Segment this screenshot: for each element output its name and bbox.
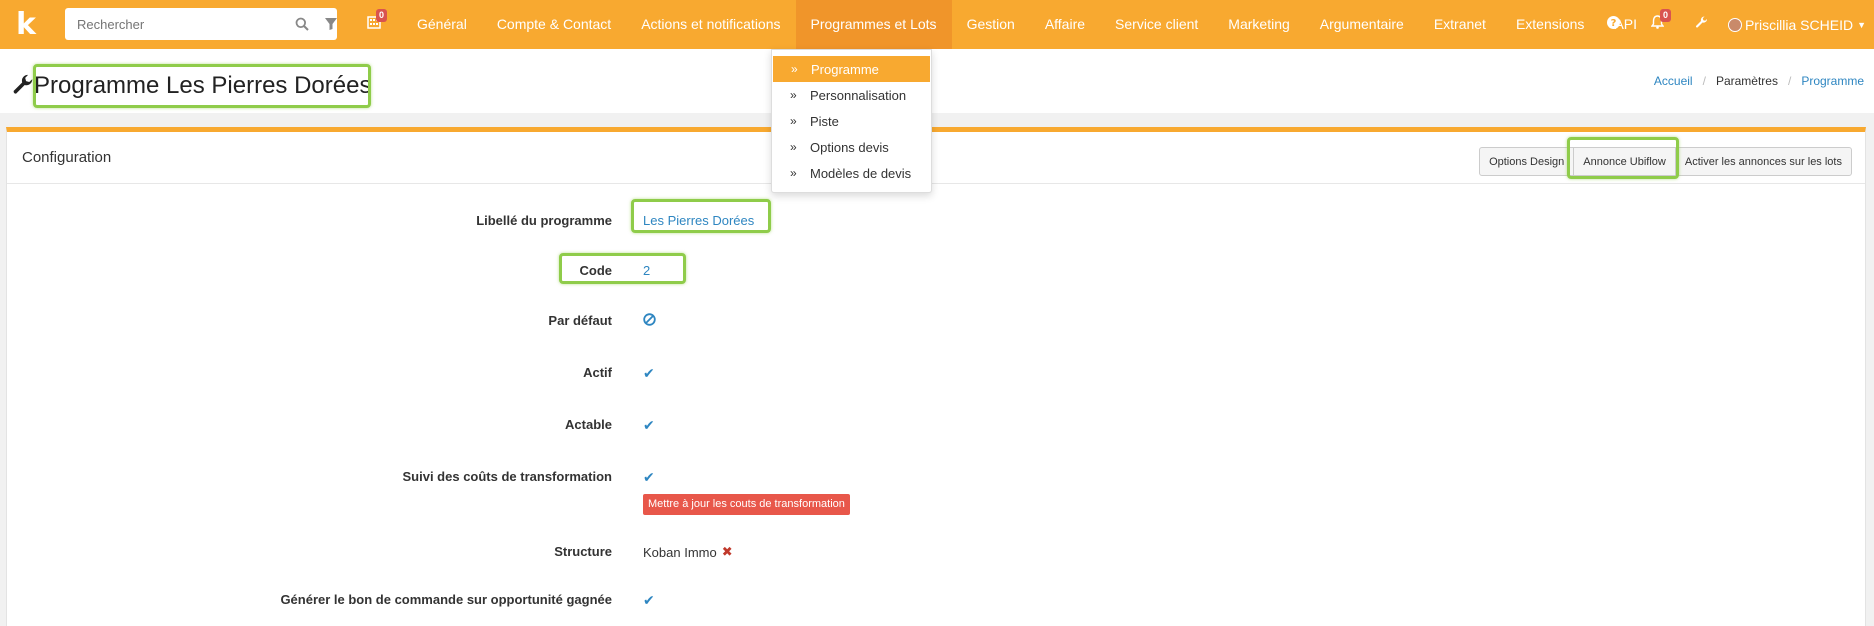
notifications-button[interactable]: 0 bbox=[1636, 0, 1680, 49]
nav-extensions[interactable]: Extensions bbox=[1501, 0, 1599, 49]
libelle-label: Libellé du programme bbox=[476, 213, 612, 228]
double-chevron-right-icon: » bbox=[790, 114, 797, 128]
field-structure: Structure Koban Immo ✖ bbox=[7, 539, 1865, 565]
filter-icon[interactable] bbox=[322, 15, 340, 33]
help-button[interactable]: ? bbox=[1592, 0, 1636, 49]
breadcrumb: Accueil / Paramètres / Programme bbox=[1653, 74, 1864, 88]
activer-annonces-button[interactable]: Activer les annonces sur les lots bbox=[1674, 147, 1852, 176]
check-icon: ✔ bbox=[643, 469, 655, 485]
search-box[interactable] bbox=[65, 8, 337, 40]
nav-general[interactable]: Général bbox=[402, 0, 482, 49]
nav-actions-notifications[interactable]: Actions et notifications bbox=[626, 0, 795, 49]
caret-down-icon: ▼ bbox=[1857, 19, 1866, 30]
field-generer-bon: Générer le bon de commande sur opportuni… bbox=[7, 587, 1865, 613]
suivi-couts-label: Suivi des coûts de transformation bbox=[402, 469, 613, 484]
question-icon: ? bbox=[1607, 15, 1621, 34]
dropdown-item-programme[interactable]: » Programme bbox=[773, 56, 930, 82]
nav-programmes-lots[interactable]: Programmes et Lots bbox=[795, 0, 952, 49]
par-defaut-label: Par défaut bbox=[548, 313, 612, 328]
field-libelle: Libellé du programme Les Pierres Dorées bbox=[7, 208, 1865, 234]
dropdown-item-personnalisation[interactable]: » Personnalisation bbox=[772, 82, 931, 108]
nav-affaire[interactable]: Affaire bbox=[1030, 0, 1100, 49]
options-design-button[interactable]: Options Design bbox=[1479, 147, 1575, 176]
user-menu[interactable]: Priscillia SCHEID ▼ bbox=[1724, 17, 1874, 33]
structure-value-wrap: Koban Immo ✖ bbox=[643, 544, 733, 560]
check-icon: ✔ bbox=[643, 365, 655, 381]
calendar-badge: 0 bbox=[376, 9, 388, 22]
structure-value: Koban Immo bbox=[643, 544, 717, 560]
breadcrumb-programme[interactable]: Programme bbox=[1801, 74, 1864, 88]
remove-icon[interactable]: ✖ bbox=[722, 544, 733, 560]
settings-button[interactable] bbox=[1680, 0, 1724, 49]
panel-title: Configuration bbox=[22, 149, 112, 166]
generer-bon-label: Générer le bon de commande sur opportuni… bbox=[280, 592, 612, 607]
configuration-panel: Configuration Options Design Annonce Ubi… bbox=[6, 127, 1866, 626]
nav-marketing[interactable]: Marketing bbox=[1213, 0, 1304, 49]
panel-header: Configuration Options Design Annonce Ubi… bbox=[7, 132, 1865, 184]
check-icon: ✔ bbox=[643, 417, 655, 433]
field-code: Code 2 bbox=[7, 258, 1865, 284]
double-chevron-right-icon: » bbox=[790, 166, 797, 180]
svg-text:?: ? bbox=[1611, 18, 1617, 29]
wrench-icon bbox=[12, 74, 34, 101]
page-title: Programme Les Pierres Dorées bbox=[34, 72, 372, 99]
dropdown-item-piste[interactable]: » Piste bbox=[772, 108, 931, 134]
search-input[interactable] bbox=[77, 16, 257, 32]
user-name: Priscillia SCHEID bbox=[1744, 16, 1854, 33]
double-chevron-right-icon: » bbox=[790, 140, 797, 154]
avatar bbox=[1727, 17, 1742, 32]
navbar-right: ? 0 Priscillia SCHEID ▼ bbox=[1592, 0, 1874, 49]
breadcrumb-parametres: Paramètres bbox=[1715, 74, 1778, 88]
breadcrumb-accueil[interactable]: Accueil bbox=[1654, 74, 1693, 88]
dropdown-item-modeles-devis[interactable]: » Modèles de devis bbox=[772, 160, 931, 186]
field-actif: Actif ✔ bbox=[7, 360, 1865, 386]
code-label: Code bbox=[579, 263, 613, 278]
calendar-button[interactable]: 0 bbox=[360, 0, 388, 49]
actable-label: Actable bbox=[565, 417, 612, 432]
structure-label: Structure bbox=[554, 544, 612, 559]
nav-gestion[interactable]: Gestion bbox=[952, 0, 1030, 49]
app-logo[interactable]: k bbox=[0, 0, 46, 49]
ban-icon bbox=[643, 313, 656, 326]
libelle-value[interactable]: Les Pierres Dorées bbox=[643, 213, 754, 228]
nav-service-client[interactable]: Service client bbox=[1100, 0, 1213, 49]
field-par-defaut: Par défaut bbox=[7, 308, 1865, 334]
annonce-ubiflow-button[interactable]: Annonce Ubiflow bbox=[1573, 147, 1676, 176]
page-title-wrap: Programme Les Pierres Dorées bbox=[13, 64, 372, 108]
nav-extranet[interactable]: Extranet bbox=[1419, 0, 1501, 49]
update-couts-button[interactable]: Mettre à jour les couts de transformatio… bbox=[643, 494, 850, 515]
field-actable: Actable ✔ bbox=[7, 412, 1865, 438]
double-chevron-right-icon: » bbox=[791, 62, 798, 76]
code-value[interactable]: 2 bbox=[643, 263, 650, 278]
programmes-dropdown: » Programme » Personnalisation » Piste »… bbox=[771, 49, 932, 193]
field-suivi-couts: Suivi des coûts de transformation ✔ bbox=[7, 464, 1865, 490]
nav-compte-contact[interactable]: Compte & Contact bbox=[482, 0, 626, 49]
check-icon: ✔ bbox=[643, 592, 655, 608]
search-icon[interactable] bbox=[293, 15, 311, 33]
double-chevron-right-icon: » bbox=[790, 88, 797, 102]
notifications-badge: 0 bbox=[1659, 9, 1671, 22]
actif-label: Actif bbox=[583, 365, 612, 380]
wrench-icon bbox=[1695, 15, 1708, 34]
nav-argumentaire[interactable]: Argumentaire bbox=[1305, 0, 1419, 49]
panel-actions: Options Design Annonce Ubiflow Activer l… bbox=[1479, 147, 1852, 176]
main-nav: 0 Général Compte & Contact Actions et no… bbox=[360, 0, 1652, 49]
dropdown-item-options-devis[interactable]: » Options devis bbox=[772, 134, 931, 160]
